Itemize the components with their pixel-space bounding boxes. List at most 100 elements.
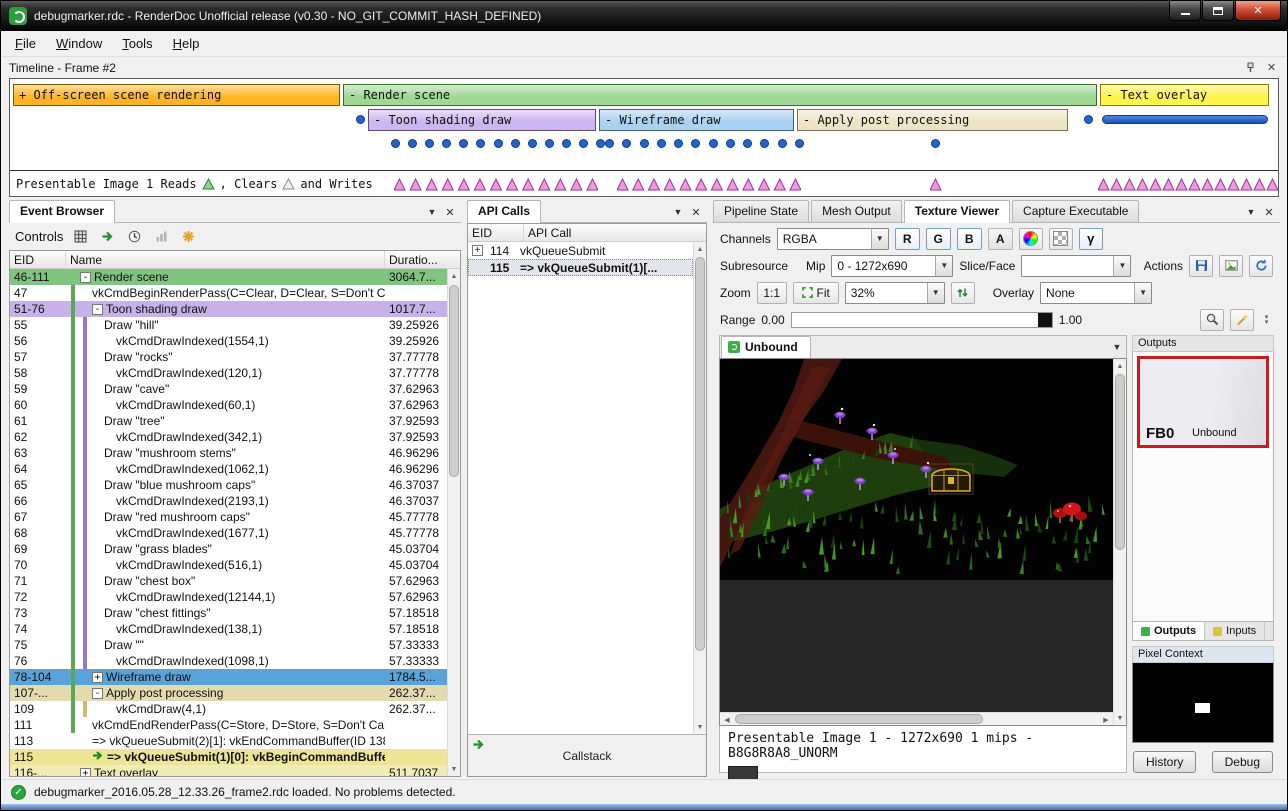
event-row[interactable]: 109vkCmdDraw(4,1)262.37... — [10, 701, 447, 717]
settings-icon[interactable] — [178, 227, 198, 247]
event-dot[interactable] — [726, 139, 735, 148]
dock-menu-icon[interactable]: ▼ — [424, 204, 440, 220]
channel-a-button[interactable]: A — [988, 228, 1013, 250]
gamma-button[interactable]: γ — [1079, 228, 1103, 250]
timeline-close-icon[interactable]: ✕ — [1264, 60, 1279, 75]
scroll-right-icon[interactable]: ▶ — [1099, 713, 1113, 726]
event-dot[interactable] — [442, 139, 451, 148]
event-row[interactable]: 59Draw "cave"37.62963 — [10, 381, 447, 397]
menu-item-tools[interactable]: Tools — [112, 32, 162, 55]
event-dot[interactable] — [459, 139, 468, 148]
zoom-1to1-button[interactable]: 1:1 — [757, 282, 787, 304]
event-row[interactable]: 57Draw "rocks"37.77778 — [10, 349, 447, 365]
flip-y-button[interactable] — [951, 282, 975, 304]
texture-list-chevron-icon[interactable]: ▼ — [1108, 338, 1126, 356]
write-markers[interactable] — [617, 178, 801, 191]
event-dot[interactable] — [408, 139, 417, 148]
event-row[interactable]: 70vkCmdDrawIndexed(516,1)45.03704 — [10, 557, 447, 573]
save-texture-button[interactable] — [1189, 255, 1213, 277]
scroll-track[interactable] — [448, 283, 460, 762]
debug-button[interactable]: Debug — [1212, 751, 1273, 773]
tab-mesh-output[interactable]: Mesh Output — [811, 200, 902, 222]
goto-eid-icon[interactable] — [97, 227, 117, 247]
menu-item-help[interactable]: Help — [163, 32, 210, 55]
dock-menu-icon[interactable]: ▼ — [670, 204, 686, 220]
timeline-bar[interactable]: + Off-screen scene rendering — [13, 84, 340, 106]
title-bar[interactable]: debugmarker.rdc - RenderDoc Unofficial r… — [1, 1, 1287, 31]
maximize-button[interactable] — [1202, 1, 1234, 21]
event-dot[interactable] — [743, 139, 752, 148]
event-dot[interactable] — [605, 139, 614, 148]
scroll-down-icon[interactable]: ▼ — [1114, 711, 1126, 725]
event-dot[interactable] — [674, 139, 683, 148]
event-row[interactable]: 116-...+Text overlay511.7037 — [10, 765, 447, 776]
timeline-bar[interactable]: - Render scene — [343, 84, 1097, 106]
channels-dropdown[interactable]: RGBA ▼ — [777, 228, 889, 250]
event-dot[interactable] — [494, 139, 503, 148]
timeline-grid-icon[interactable] — [70, 227, 90, 247]
texture-tab-unbound[interactable]: Unbound — [721, 336, 811, 358]
expander-plus[interactable]: + — [472, 245, 483, 256]
scroll-up-icon[interactable]: ▲ — [694, 242, 706, 256]
expander-minus[interactable]: - — [92, 304, 103, 315]
close-button[interactable]: ✕ — [1235, 1, 1281, 21]
range-handle[interactable] — [1038, 313, 1052, 327]
pixel-context-view[interactable] — [1132, 663, 1274, 743]
fb0-thumbnail[interactable]: FB0 Unbound — [1137, 356, 1269, 448]
event-dot[interactable] — [356, 115, 365, 124]
event-row[interactable]: 67Draw "red mushroom caps"45.77778 — [10, 509, 447, 525]
event-dot[interactable] — [691, 139, 700, 148]
event-row[interactable]: 74vkCmdDrawIndexed(138,1)57.18518 — [10, 621, 447, 637]
history-button[interactable]: History — [1133, 751, 1196, 773]
scroll-down-icon[interactable]: ▼ — [694, 720, 706, 734]
event-dot[interactable] — [709, 139, 718, 148]
dock-close-icon[interactable]: ✕ — [1261, 204, 1277, 220]
event-row[interactable]: 65Draw "blue mushroom caps"46.37037 — [10, 477, 447, 493]
toolbar-overflow-icon[interactable]: ▾▾ — [1260, 315, 1273, 325]
mip-dropdown[interactable]: 0 - 1272x690 ▼ — [831, 255, 953, 277]
sliceface-dropdown[interactable]: ▼ — [1021, 255, 1131, 277]
event-dot[interactable] — [795, 139, 804, 148]
column-eid[interactable]: EID — [468, 224, 524, 241]
event-row[interactable]: 72vkCmdDrawIndexed(12144,1)57.62963 — [10, 589, 447, 605]
event-row[interactable]: 55Draw "hill"39.25926 — [10, 317, 447, 333]
expander-minus[interactable]: - — [92, 688, 103, 699]
refresh-button[interactable] — [1249, 255, 1273, 277]
event-row[interactable]: 68vkCmdDrawIndexed(1677,1)45.77778 — [10, 525, 447, 541]
event-browser-scrollbar[interactable]: ▲ ▼ — [447, 269, 460, 776]
tab-inputs[interactable]: Inputs — [1205, 622, 1265, 640]
event-dot[interactable] — [1084, 115, 1093, 124]
event-dot[interactable] — [596, 139, 605, 148]
pin-icon[interactable] — [1243, 60, 1258, 75]
channel-g-button[interactable]: G — [926, 228, 951, 250]
event-dot[interactable] — [476, 139, 485, 148]
event-row[interactable]: 51-76-Toon shading draw1017.7... — [10, 301, 447, 317]
scroll-thumb[interactable] — [449, 285, 459, 477]
menu-item-window[interactable]: Window — [46, 32, 112, 55]
timeline-bar[interactable]: - Text overlay — [1100, 84, 1269, 106]
write-markers[interactable] — [1098, 178, 1278, 191]
column-api-call[interactable]: API Call — [524, 224, 706, 241]
channel-b-button[interactable]: B — [957, 228, 982, 250]
texture-display[interactable]: ▲ ▼ ◀ ▶ — [719, 358, 1127, 726]
dock-close-icon[interactable]: ✕ — [688, 204, 704, 220]
event-row[interactable]: 66vkCmdDrawIndexed(2193,1)46.37037 — [10, 493, 447, 509]
api-row[interactable]: +114vkQueueSubmit — [468, 242, 693, 259]
event-row[interactable]: 61Draw "tree"37.92593 — [10, 413, 447, 429]
event-dot[interactable] — [528, 139, 537, 148]
timeline-bar[interactable]: - Apply post processing — [797, 109, 1068, 131]
timeline-panel[interactable]: + Off-screen scene rendering- Render sce… — [9, 78, 1279, 197]
tab-api-calls[interactable]: API Calls — [467, 200, 541, 223]
api-row[interactable]: 115=> vkQueueSubmit(1)[... — [468, 259, 693, 276]
range-slider[interactable] — [791, 312, 1053, 328]
zoom-dropdown[interactable]: 32% ▼ — [845, 282, 945, 304]
event-dot[interactable] — [545, 139, 554, 148]
scroll-thumb[interactable] — [1115, 374, 1125, 550]
column-name[interactable]: Name — [66, 251, 385, 268]
scroll-track[interactable] — [1114, 373, 1126, 711]
event-row[interactable]: 73Draw "chest fittings"57.18518 — [10, 605, 447, 621]
timeline-bar[interactable]: - Toon shading draw — [368, 109, 596, 131]
column-duration[interactable]: Duratio... — [385, 251, 460, 268]
timeline-dock-header[interactable]: Timeline - Frame #2 ✕ — [1, 57, 1287, 78]
event-row[interactable]: 111vkCmdEndRenderPass(C=Store, D=Store, … — [10, 717, 447, 733]
